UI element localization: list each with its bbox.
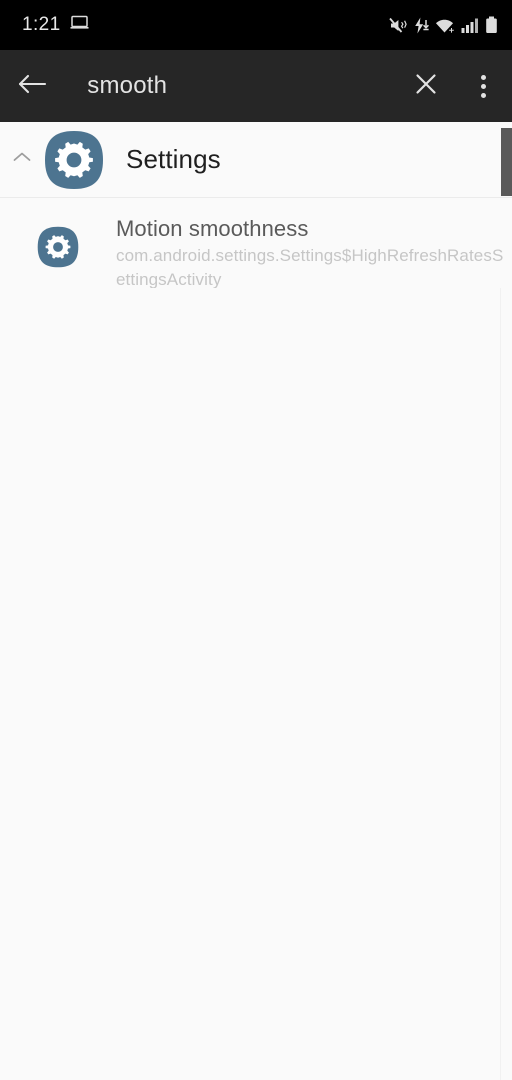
status-bar-clock: 1:21 bbox=[22, 14, 61, 35]
scrollbar-thumb[interactable] bbox=[501, 128, 512, 196]
back-button[interactable] bbox=[0, 72, 63, 101]
more-vertical-icon bbox=[480, 74, 486, 98]
collapse-group-button[interactable] bbox=[0, 150, 44, 169]
search-results-list: Settings Motion smoothness com.android.s… bbox=[0, 122, 512, 1080]
close-icon bbox=[413, 71, 439, 102]
cellular-signal-icon bbox=[461, 17, 480, 34]
phone-screen: 1:21 smooth Settings Motion smoothness c… bbox=[0, 0, 512, 1080]
result-text-block: Motion smoothness com.android.settings.S… bbox=[116, 214, 512, 292]
battery-charging-bolt-icon bbox=[413, 17, 430, 34]
status-bar-right bbox=[389, 16, 498, 34]
result-subtitle: com.android.settings.Settings$HighRefres… bbox=[116, 246, 504, 289]
battery-icon bbox=[485, 16, 498, 34]
result-title: Motion smoothness bbox=[116, 216, 309, 241]
search-input[interactable] bbox=[63, 72, 398, 100]
wifi-icon bbox=[435, 17, 456, 34]
back-arrow-icon bbox=[17, 72, 47, 101]
status-bar: 1:21 bbox=[0, 0, 512, 50]
chevron-up-icon bbox=[12, 150, 32, 169]
empty-results-area bbox=[0, 288, 512, 1080]
laptop-icon bbox=[70, 15, 89, 35]
clear-search-button[interactable] bbox=[397, 71, 454, 102]
ringer-vibrate-muted-icon bbox=[389, 17, 408, 34]
scrollbar-track[interactable] bbox=[501, 122, 512, 1080]
search-toolbar bbox=[0, 50, 512, 122]
result-icon-wrap bbox=[0, 214, 116, 268]
status-bar-left: 1:21 bbox=[22, 14, 89, 36]
result-group-header-settings[interactable]: Settings bbox=[0, 122, 512, 198]
result-group-title: Settings bbox=[126, 144, 221, 174]
settings-gear-icon bbox=[44, 130, 104, 190]
overflow-menu-button[interactable] bbox=[455, 74, 512, 98]
settings-gear-icon bbox=[37, 226, 79, 268]
